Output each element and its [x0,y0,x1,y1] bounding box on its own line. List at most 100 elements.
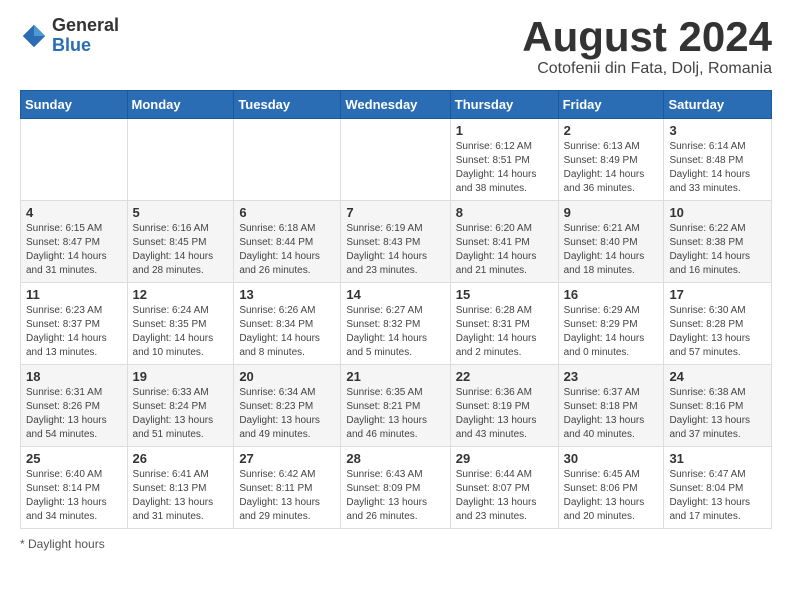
day-number: 23 [564,369,659,384]
calendar-cell: 10 Sunrise: 6:22 AM Sunset: 8:38 PM Dayli… [664,201,772,283]
calendar-cell: 13 Sunrise: 6:26 AM Sunset: 8:34 PM Dayli… [234,283,341,365]
day-info: Sunrise: 6:45 AM Sunset: 8:06 PM Dayligh… [564,468,659,524]
day-info: Sunrise: 6:22 AM Sunset: 8:38 PM Dayligh… [669,222,766,278]
calendar-cell: 31Sunrise: 6:47 AM Sunset: 8:04 PM Dayli… [664,447,772,529]
day-number: 17 [669,287,766,302]
logo-icon [20,22,48,50]
calendar-table: SundayMondayTuesdayWednesdayThursdayFrid… [20,90,772,529]
calendar-cell: 1 Sunrise: 6:12 AM Sunset: 8:51 PM Daylig… [450,119,558,201]
day-number: 10 [669,205,766,220]
day-number: 2 [564,123,659,138]
weekday-header-tuesday: Tuesday [234,91,341,119]
day-info: Sunrise: 6:13 AM Sunset: 8:49 PM Dayligh… [564,140,659,196]
day-info: Sunrise: 6:27 AM Sunset: 8:32 PM Dayligh… [346,304,444,360]
day-info: Sunrise: 6:33 AM Sunset: 8:24 PM Dayligh… [133,386,229,442]
calendar-cell: 24Sunrise: 6:38 AM Sunset: 8:16 PM Dayli… [664,365,772,447]
day-number: 30 [564,451,659,466]
day-info: Sunrise: 6:24 AM Sunset: 8:35 PM Dayligh… [133,304,229,360]
calendar-cell: 14Sunrise: 6:27 AM Sunset: 8:32 PM Dayli… [341,283,450,365]
calendar-cell: 21Sunrise: 6:35 AM Sunset: 8:21 PM Dayli… [341,365,450,447]
week-row-4: 18Sunrise: 6:31 AM Sunset: 8:26 PM Dayli… [21,365,772,447]
day-info: Sunrise: 6:16 AM Sunset: 8:45 PM Dayligh… [133,222,229,278]
day-info: Sunrise: 6:21 AM Sunset: 8:40 PM Dayligh… [564,222,659,278]
calendar-cell: 4 Sunrise: 6:15 AM Sunset: 8:47 PM Daylig… [21,201,128,283]
calendar-cell [127,119,234,201]
day-info: Sunrise: 6:43 AM Sunset: 8:09 PM Dayligh… [346,468,444,524]
calendar-cell: 28 Sunrise: 6:43 AM Sunset: 8:09 PM Dayli… [341,447,450,529]
calendar-cell: 12Sunrise: 6:24 AM Sunset: 8:35 PM Dayli… [127,283,234,365]
logo-blue: Blue [52,36,119,56]
day-number: 8 [456,205,553,220]
day-number: 20 [239,369,335,384]
day-info: Sunrise: 6:41 AM Sunset: 8:13 PM Dayligh… [133,468,229,524]
day-info: Sunrise: 6:12 AM Sunset: 8:51 PM Dayligh… [456,140,553,196]
weekday-header-thursday: Thursday [450,91,558,119]
day-number: 7 [346,205,444,220]
week-row-3: 11 Sunrise: 6:23 AM Sunset: 8:37 PM Dayli… [21,283,772,365]
day-number: 1 [456,123,553,138]
calendar-cell: 8 Sunrise: 6:20 AM Sunset: 8:41 PM Daylig… [450,201,558,283]
day-info: Sunrise: 6:15 AM Sunset: 8:47 PM Dayligh… [26,222,122,278]
calendar-cell [21,119,128,201]
weekday-header-row: SundayMondayTuesdayWednesdayThursdayFrid… [21,91,772,119]
calendar-cell: 15 Sunrise: 6:28 AM Sunset: 8:31 PM Dayli… [450,283,558,365]
calendar-cell: 18Sunrise: 6:31 AM Sunset: 8:26 PM Dayli… [21,365,128,447]
day-info: Sunrise: 6:35 AM Sunset: 8:21 PM Dayligh… [346,386,444,442]
day-info: Sunrise: 6:36 AM Sunset: 8:19 PM Dayligh… [456,386,553,442]
footer-note: * Daylight hours [20,537,772,551]
day-info: Sunrise: 6:26 AM Sunset: 8:34 PM Dayligh… [239,304,335,360]
day-number: 5 [133,205,229,220]
logo-general: General [52,16,119,36]
calendar-cell [234,119,341,201]
day-info: Sunrise: 6:44 AM Sunset: 8:07 PM Dayligh… [456,468,553,524]
day-number: 15 [456,287,553,302]
day-info: Sunrise: 6:30 AM Sunset: 8:28 PM Dayligh… [669,304,766,360]
calendar-cell: 23Sunrise: 6:37 AM Sunset: 8:18 PM Dayli… [558,365,664,447]
calendar-cell: 17 Sunrise: 6:30 AM Sunset: 8:28 PM Dayli… [664,283,772,365]
day-info: Sunrise: 6:28 AM Sunset: 8:31 PM Dayligh… [456,304,553,360]
calendar-cell: 25 Sunrise: 6:40 AM Sunset: 8:14 PM Dayli… [21,447,128,529]
day-number: 6 [239,205,335,220]
day-info: Sunrise: 6:14 AM Sunset: 8:48 PM Dayligh… [669,140,766,196]
calendar-cell: 3Sunrise: 6:14 AM Sunset: 8:48 PM Daylig… [664,119,772,201]
month-title: August 2024 [522,16,772,58]
day-info: Sunrise: 6:23 AM Sunset: 8:37 PM Dayligh… [26,304,122,360]
calendar-cell: 26 Sunrise: 6:41 AM Sunset: 8:13 PM Dayli… [127,447,234,529]
day-number: 11 [26,287,122,302]
calendar-cell [341,119,450,201]
day-number: 28 [346,451,444,466]
day-info: Sunrise: 6:29 AM Sunset: 8:29 PM Dayligh… [564,304,659,360]
week-row-5: 25 Sunrise: 6:40 AM Sunset: 8:14 PM Dayli… [21,447,772,529]
week-row-1: 1 Sunrise: 6:12 AM Sunset: 8:51 PM Daylig… [21,119,772,201]
day-info: Sunrise: 6:20 AM Sunset: 8:41 PM Dayligh… [456,222,553,278]
weekday-header-sunday: Sunday [21,91,128,119]
day-number: 18 [26,369,122,384]
calendar-cell: 27Sunrise: 6:42 AM Sunset: 8:11 PM Dayli… [234,447,341,529]
day-number: 13 [239,287,335,302]
day-info: Sunrise: 6:42 AM Sunset: 8:11 PM Dayligh… [239,468,335,524]
day-number: 29 [456,451,553,466]
day-number: 26 [133,451,229,466]
calendar-cell: 6 Sunrise: 6:18 AM Sunset: 8:44 PM Daylig… [234,201,341,283]
day-info: Sunrise: 6:18 AM Sunset: 8:44 PM Dayligh… [239,222,335,278]
day-number: 4 [26,205,122,220]
calendar-cell: 5 Sunrise: 6:16 AM Sunset: 8:45 PM Daylig… [127,201,234,283]
day-info: Sunrise: 6:47 AM Sunset: 8:04 PM Dayligh… [669,468,766,524]
calendar-cell: 7 Sunrise: 6:19 AM Sunset: 8:43 PM Daylig… [341,201,450,283]
day-info: Sunrise: 6:40 AM Sunset: 8:14 PM Dayligh… [26,468,122,524]
day-number: 22 [456,369,553,384]
calendar-cell: 2 Sunrise: 6:13 AM Sunset: 8:49 PM Daylig… [558,119,664,201]
location-title: Cotofenii din Fata, Dolj, Romania [522,60,772,78]
logo: General Blue [20,16,119,56]
calendar-cell: 20Sunrise: 6:34 AM Sunset: 8:23 PM Dayli… [234,365,341,447]
title-area: August 2024 Cotofenii din Fata, Dolj, Ro… [522,16,772,78]
day-number: 24 [669,369,766,384]
calendar-cell: 16Sunrise: 6:29 AM Sunset: 8:29 PM Dayli… [558,283,664,365]
day-number: 25 [26,451,122,466]
weekday-header-wednesday: Wednesday [341,91,450,119]
week-row-2: 4 Sunrise: 6:15 AM Sunset: 8:47 PM Daylig… [21,201,772,283]
calendar-cell: 19Sunrise: 6:33 AM Sunset: 8:24 PM Dayli… [127,365,234,447]
footer-note-text: Daylight hours [28,537,105,551]
day-info: Sunrise: 6:19 AM Sunset: 8:43 PM Dayligh… [346,222,444,278]
calendar-cell: 29 Sunrise: 6:44 AM Sunset: 8:07 PM Dayli… [450,447,558,529]
